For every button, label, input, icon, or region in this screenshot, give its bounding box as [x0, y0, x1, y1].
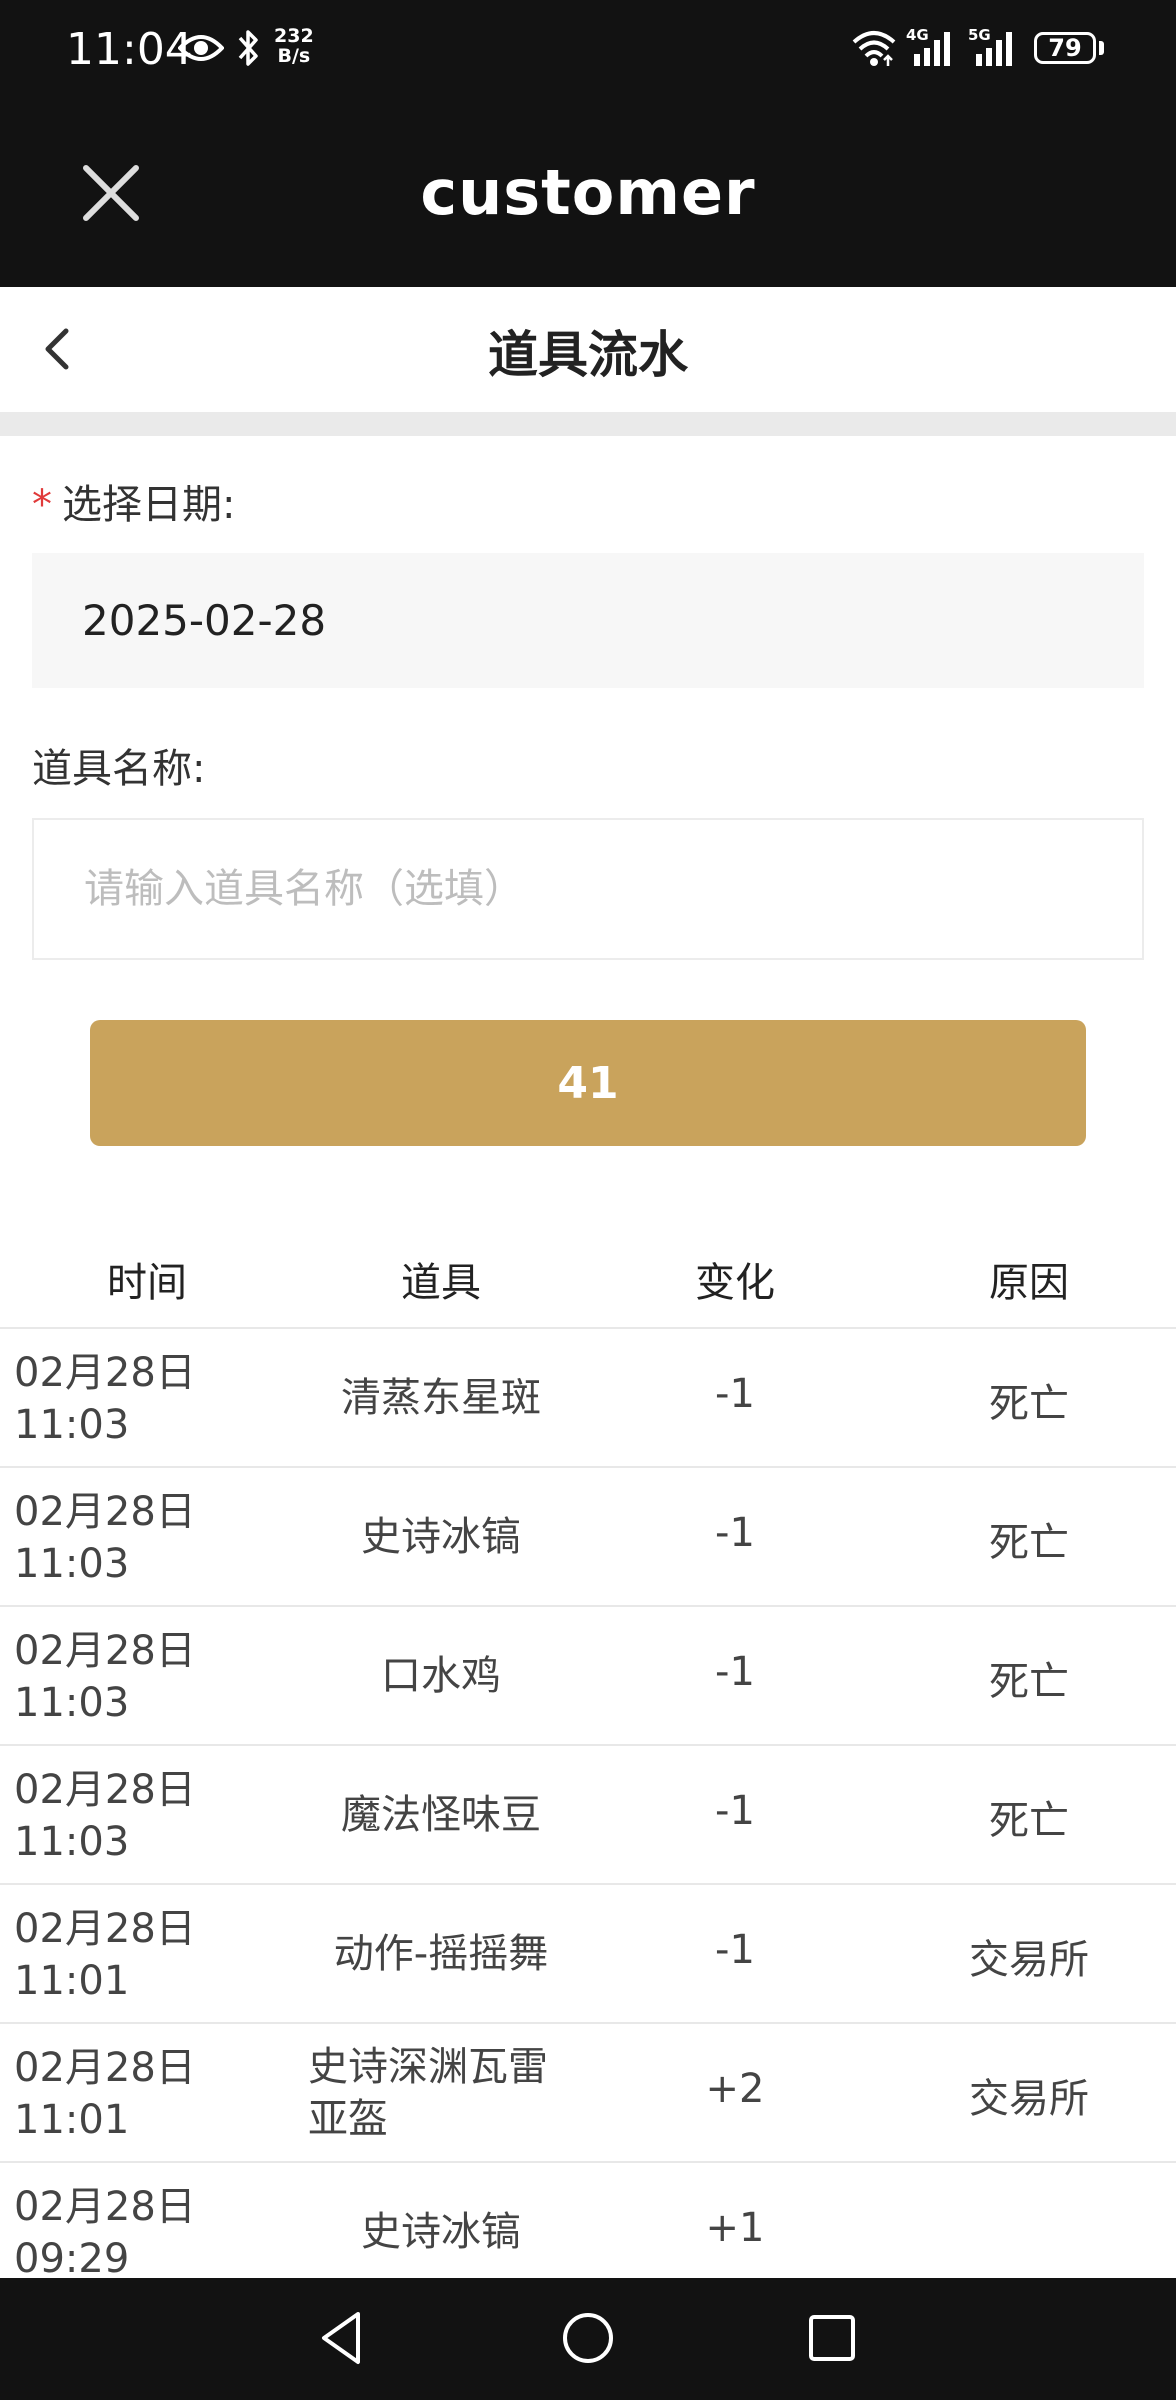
app-title: customer: [420, 156, 756, 229]
row-time: 02月28日 11:03: [14, 1767, 196, 1865]
row-item: 口水鸡: [381, 1652, 501, 1699]
signal-5g-icon: 5G: [968, 26, 1024, 70]
date-picker-field[interactable]: 2025-02-28: [32, 553, 1144, 688]
date-label-text: 选择日期:: [62, 482, 236, 528]
row-change: -1: [715, 1927, 755, 1973]
row-change: +1: [705, 2205, 765, 2251]
row-change: -1: [715, 1510, 755, 1556]
nav-recents-icon[interactable]: [804, 2308, 860, 2372]
page-title: 道具流水: [488, 326, 688, 384]
row-item: 史诗深渊瓦雷 亚盔: [308, 2043, 548, 2142]
signal-4g-icon: 4G: [906, 26, 962, 70]
table-row: 02月28日 11:03 魔法怪味豆 -1 死亡: [0, 1746, 1176, 1885]
row-reason: 交易所: [969, 1937, 1089, 1983]
table-row: 02月28日 11:01 史诗深渊瓦雷 亚盔 +2 交易所: [0, 2024, 1176, 2163]
table-row: 02月28日 11:01 动作-摇摇舞 -1 交易所: [0, 1885, 1176, 2024]
row-reason: 死亡: [989, 1520, 1069, 1566]
row-time: 02月28日 11:01: [14, 2045, 196, 2143]
row-item: 清蒸东星斑: [341, 1374, 541, 1421]
status-time: 11:04: [66, 24, 193, 75]
table-header-row: 时间 道具 变化 原因: [0, 1222, 1176, 1329]
header-reason: 原因: [989, 1260, 1069, 1306]
row-reason: 交易所: [969, 2076, 1089, 2122]
nav-home-icon[interactable]: [558, 2308, 618, 2372]
wifi-icon: [850, 28, 898, 72]
row-change: -1: [715, 1788, 755, 1834]
row-change: -1: [715, 1371, 755, 1417]
row-item: 魔法怪味豆: [341, 1791, 541, 1838]
table-row: 02月28日 11:03 史诗冰镐 -1 死亡: [0, 1468, 1176, 1607]
row-reason: 死亡: [989, 1659, 1069, 1705]
battery-tip: [1099, 41, 1104, 55]
app-title-bar: customer: [0, 100, 1176, 287]
bluetooth-icon: [236, 28, 260, 72]
item-name-input[interactable]: [32, 818, 1144, 960]
item-name-label: 道具名称:: [32, 746, 206, 792]
signal-4g-label: 4G: [906, 26, 929, 44]
section-divider: [0, 412, 1176, 436]
required-asterisk: *: [32, 482, 52, 528]
battery-indicator: 79: [1034, 32, 1096, 64]
nav-back-icon[interactable]: [316, 2308, 366, 2372]
row-item: 动作-摇摇舞: [333, 1930, 549, 1977]
table-row: 02月28日 11:03 口水鸡 -1 死亡: [0, 1607, 1176, 1746]
status-bar: 11:04 232 B/s 4G 5G 79: [0, 0, 1176, 100]
row-reason: 死亡: [989, 1381, 1069, 1427]
eye-icon: [177, 32, 225, 68]
row-change: +2: [705, 2066, 765, 2112]
row-time: 02月28日 11:01: [14, 1906, 196, 2004]
row-time: 02月28日 11:03: [14, 1628, 196, 1726]
row-change: -1: [715, 1649, 755, 1695]
row-item: 史诗冰镐: [361, 1513, 521, 1560]
row-time: 02月28日 11:03: [14, 1489, 196, 1587]
header-time: 时间: [107, 1260, 187, 1306]
table-row: 02月28日 11:03 清蒸东星斑 -1 死亡: [0, 1329, 1176, 1468]
net-speed: 232 B/s: [274, 25, 314, 67]
header-item: 道具: [401, 1260, 481, 1306]
date-label: * 选择日期:: [32, 472, 235, 530]
query-button[interactable]: 41: [90, 1020, 1086, 1146]
row-time: 02月28日 09:29: [14, 2184, 196, 2282]
item-flow-table: 时间 道具 变化 原因 02月28日 11:03 清蒸东星斑 -1 死亡 02月2…: [0, 1222, 1176, 2302]
row-reason: 死亡: [989, 1798, 1069, 1844]
row-time: 02月28日 11:03: [14, 1350, 196, 1448]
page-nav-bar: 道具流水: [0, 287, 1176, 412]
signal-5g-label: 5G: [968, 26, 991, 44]
header-change: 变化: [695, 1260, 775, 1306]
system-nav-bar: [0, 2278, 1176, 2400]
